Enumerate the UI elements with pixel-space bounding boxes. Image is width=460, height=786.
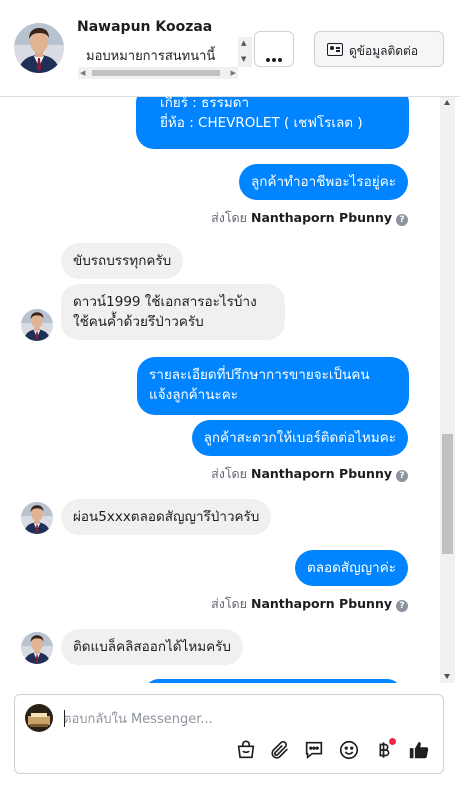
outgoing-message[interactable]: ตลอดสัญญาค่ะ — [294, 550, 408, 586]
page-avatar — [25, 704, 53, 732]
contact-card-icon — [327, 43, 343, 56]
message-line: ดาวน์1999 ใช้เอกสารอะไรบ้าง — [73, 294, 257, 310]
message-line: แจ้งลูกค้านะคะ — [149, 387, 239, 403]
scroll-down-arrow-icon[interactable]: ▼ — [241, 55, 246, 63]
question-icon[interactable]: ? — [396, 214, 408, 226]
sent-by-label: ส่งโดย Nanthaporn Pbunny? — [211, 594, 408, 614]
emoji-icon[interactable] — [338, 739, 364, 765]
more-options-button[interactable] — [254, 31, 294, 67]
message-line: เกียร์ : ธรรมดา — [160, 97, 250, 111]
view-contact-info-button[interactable]: ดูข้อมูลติดต่อ — [314, 31, 444, 67]
sent-by-label: ส่งโดย Nanthaporn Pbunny? — [211, 464, 408, 484]
scrollbar-thumb[interactable] — [442, 434, 453, 554]
message-scrollbar[interactable] — [440, 97, 455, 683]
view-contact-info-label: ดูข้อมูลติดต่อ — [349, 44, 419, 58]
scroll-right-arrow-icon[interactable]: ▶ — [231, 69, 236, 77]
contact-avatar[interactable] — [14, 23, 64, 73]
outgoing-message[interactable]: ลูกค้าสะดวกให้เบอร์ติดต่อไหมคะ — [191, 420, 408, 456]
baht-payment-icon[interactable] — [373, 738, 399, 765]
more-dots-icon — [266, 47, 284, 66]
sent-by-label: ส่งโดย Nanthaporn Pbunny? — [211, 208, 408, 228]
contact-avatar-small[interactable] — [21, 309, 53, 341]
sent-by-prefix: ส่งโดย — [211, 596, 251, 611]
paperclip-icon[interactable] — [269, 739, 295, 765]
scroll-left-arrow-icon[interactable]: ◀ — [80, 69, 85, 77]
sent-by-prefix: ส่งโดย — [211, 210, 251, 225]
reply-composer — [14, 694, 444, 774]
sender-name: Nanthaporn Pbunny — [250, 210, 392, 225]
sender-name: Nanthaporn Pbunny — [250, 596, 392, 611]
question-icon[interactable]: ? — [396, 470, 408, 482]
notification-dot — [389, 738, 396, 745]
outgoing-message[interactable]: ลูกค้าทำอาชีพอะไรอยู่คะ — [239, 164, 408, 200]
incoming-message[interactable]: ขับรถบรรทุกครับ — [61, 243, 184, 279]
sender-name: Nanthaporn Pbunny — [250, 466, 392, 481]
message-line: รายละเอียดที่ปรึกษาการขายจะเป็นคน — [149, 367, 370, 383]
composer-toolbar — [15, 738, 445, 767]
message-line: ยี่ห้อ : CHEVROLET ( เชฟโรเลต ) — [160, 115, 363, 131]
assign-vertical-scrollbar[interactable]: ▲ ▼ — [238, 37, 252, 67]
scrollbar-thumb[interactable] — [92, 70, 220, 76]
assign-conversation-select[interactable]: มอบหมายการสนทนานี้ ▲ ▼ ◀ ▶ — [78, 37, 252, 79]
message-list[interactable]: เกียร์ : ธรรมดา ยี่ห้อ : CHEVROLET ( เชฟ… — [0, 97, 440, 683]
thumbs-up-icon[interactable] — [408, 739, 434, 765]
scroll-down-arrow-icon[interactable] — [444, 674, 450, 679]
contact-avatar-small[interactable] — [21, 502, 53, 534]
outgoing-message-partial[interactable] — [144, 679, 402, 683]
contact-name[interactable]: Nawapun Koozaa — [77, 19, 212, 35]
contact-avatar-small[interactable] — [21, 632, 53, 664]
saved-replies-icon[interactable] — [303, 739, 329, 765]
message-line: ใช้คนค้ำด้วยรึป่าวครับ — [73, 314, 204, 330]
incoming-message[interactable]: ดาวน์1999 ใช้เอกสารอะไรบ้าง ใช้คนค้ำด้วย… — [61, 284, 285, 340]
outgoing-message[interactable]: รายละเอียดที่ปรึกษาการขายจะเป็นคน แจ้งลู… — [137, 357, 409, 415]
assign-horizontal-scrollbar[interactable]: ◀ ▶ — [78, 67, 238, 79]
outgoing-message[interactable]: เกียร์ : ธรรมดา ยี่ห้อ : CHEVROLET ( เชฟ… — [136, 97, 409, 149]
incoming-message[interactable]: ผ่อน5xxxตลอดสัญญารึป่าวครับ — [61, 499, 272, 535]
sent-by-prefix: ส่งโดย — [211, 466, 251, 481]
assign-conversation-label: มอบหมายการสนทนานี้ — [86, 49, 216, 64]
question-icon[interactable]: ? — [396, 600, 408, 612]
reply-input[interactable] — [63, 709, 423, 729]
scroll-up-arrow-icon[interactable]: ▲ — [241, 39, 246, 47]
scroll-up-arrow-icon[interactable] — [444, 100, 450, 105]
text-caret — [64, 710, 65, 727]
conversation-header: Nawapun Koozaa มอบหมายการสนทนานี้ ▲ ▼ ◀ … — [0, 0, 460, 97]
shopping-bag-icon[interactable] — [235, 739, 261, 765]
incoming-message[interactable]: ติดแบล็คลิสออกได้ไหมครับ — [61, 629, 244, 665]
